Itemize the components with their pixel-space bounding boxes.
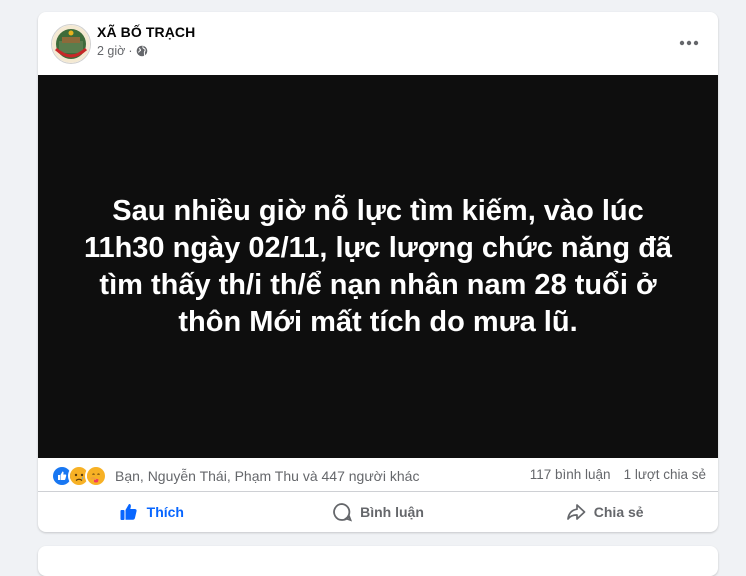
- more-horizontal-icon: [679, 33, 699, 51]
- post-actions: Thích Bình luận Chia sẻ: [38, 496, 718, 528]
- page-avatar[interactable]: [51, 24, 91, 64]
- globe-icon[interactable]: [136, 45, 148, 57]
- meta-separator: ·: [128, 44, 133, 58]
- post-header: XÃ BỐ TRẠCH 2 giờ ·: [38, 12, 718, 76]
- comment-icon: [332, 502, 360, 522]
- share-count[interactable]: 1 lượt chia sẻ: [624, 467, 706, 482]
- reaction-summary-text: Bạn, Nguyễn Thái, Phạm Thu và 447 người …: [115, 468, 420, 484]
- post-image-text: Sau nhiều giờ nỗ lực tìm kiếm, vào lúc 1…: [83, 194, 673, 338]
- like-label: Thích: [146, 504, 184, 520]
- share-icon: [566, 502, 594, 522]
- reaction-icons: [51, 465, 107, 487]
- next-post-card: [38, 546, 718, 576]
- post-stats: Bạn, Nguyễn Thái, Phạm Thu và 447 người …: [38, 458, 718, 492]
- post-card: XÃ BỐ TRẠCH 2 giờ · Sau nhiều giờ nỗ lực…: [38, 12, 718, 532]
- care-reaction-icon: [85, 465, 107, 487]
- share-button[interactable]: Chia sẻ: [491, 496, 718, 528]
- like-button[interactable]: Thích: [38, 496, 265, 528]
- post-meta: 2 giờ ·: [97, 44, 148, 58]
- post-time[interactable]: 2 giờ: [97, 44, 125, 58]
- comment-button[interactable]: Bình luận: [265, 496, 492, 528]
- post-image[interactable]: Sau nhiều giờ nỗ lực tìm kiếm, vào lúc 1…: [38, 75, 718, 458]
- thumbs-up-icon: [119, 502, 147, 522]
- engagement-counts: 117 bình luận 1 lượt chia sẻ: [530, 467, 706, 482]
- comment-label: Bình luận: [360, 504, 424, 520]
- page-name[interactable]: XÃ BỐ TRẠCH: [97, 24, 195, 40]
- share-label: Chia sẻ: [593, 504, 644, 520]
- more-options-button[interactable]: [674, 30, 704, 54]
- reactions-summary[interactable]: Bạn, Nguyễn Thái, Phạm Thu và 447 người …: [51, 465, 419, 487]
- comment-count[interactable]: 117 bình luận: [530, 467, 611, 482]
